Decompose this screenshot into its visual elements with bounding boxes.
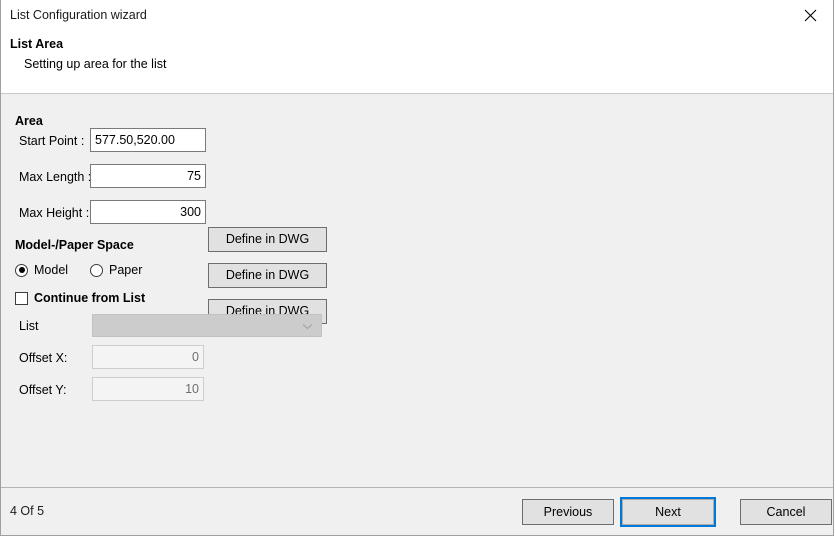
page-title: List Area xyxy=(10,37,64,51)
list-dropdown[interactable] xyxy=(92,314,322,337)
chevron-down-icon xyxy=(302,319,313,333)
radio-paper-label: Paper xyxy=(109,263,143,277)
radio-paper[interactable]: Paper xyxy=(90,263,142,277)
list-label: List xyxy=(19,319,39,333)
offset-x-input[interactable] xyxy=(92,345,204,369)
area-section-title: Area xyxy=(15,114,43,128)
close-icon xyxy=(804,9,817,22)
offset-y-label: Offset Y: xyxy=(19,383,67,397)
max-height-input[interactable] xyxy=(90,200,206,224)
offset-y-input[interactable] xyxy=(92,377,204,401)
define-in-dwg-start-point-button[interactable]: Define in DWG xyxy=(208,227,327,252)
radio-model-label: Model xyxy=(34,263,69,277)
space-section-title: Model-/Paper Space xyxy=(15,238,134,252)
next-button[interactable]: Next xyxy=(620,497,716,527)
list-configuration-wizard-dialog: List Configuration wizard List Area Sett… xyxy=(0,0,834,536)
radio-paper-icon xyxy=(90,263,103,277)
previous-button[interactable]: Previous xyxy=(522,499,614,525)
close-button[interactable] xyxy=(788,0,833,31)
page-subtitle: Setting up area for the list xyxy=(24,57,167,71)
cancel-button[interactable]: Cancel xyxy=(740,499,832,525)
max-height-label: Max Height : xyxy=(19,206,90,220)
start-point-input[interactable] xyxy=(90,128,206,152)
continue-from-list-label: Continue from List xyxy=(34,291,146,305)
offset-x-label: Offset X: xyxy=(19,351,68,365)
title-bar: List Configuration wizard xyxy=(1,0,833,31)
max-length-label: Max Length : xyxy=(19,170,92,184)
dialog-body: Area Start Point : Define in DWG Max Len… xyxy=(1,94,833,487)
dialog-header: List Area Setting up area for the list xyxy=(1,31,833,94)
continue-from-list-checkbox[interactable]: Continue from List xyxy=(15,291,145,305)
dialog-footer: 4 Of 5 Previous Next Cancel xyxy=(1,487,833,535)
start-point-label: Start Point : xyxy=(19,134,85,148)
define-in-dwg-max-length-button[interactable]: Define in DWG xyxy=(208,263,327,288)
checkbox-unchecked-icon xyxy=(15,291,28,305)
radio-model-icon xyxy=(15,263,28,277)
window-title: List Configuration wizard xyxy=(10,8,147,22)
step-status: 4 Of 5 xyxy=(10,504,45,518)
radio-model[interactable]: Model xyxy=(15,263,68,277)
max-length-input[interactable] xyxy=(90,164,206,188)
